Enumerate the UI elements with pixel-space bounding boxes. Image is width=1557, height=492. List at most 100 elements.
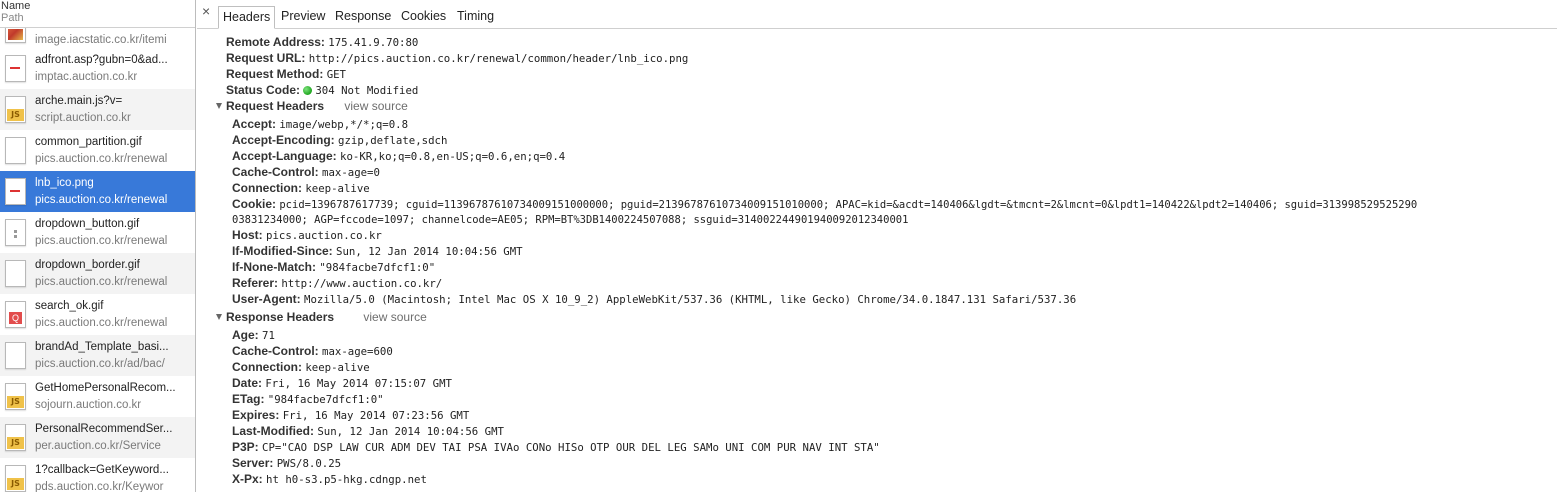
header-value: max-age=0 [322,166,380,179]
header-value: gzip,deflate,sdch [338,134,448,147]
request-row[interactable]: JS 1?callback=GetKeyword... pds.auction.… [0,458,195,492]
header-value: keep-alive [305,361,370,374]
request-headers-section[interactable]: Request Headers view source [216,98,408,114]
header-value: ht h0-s3.p5-hkg.cdngp.net [266,473,427,486]
disclosure-triangle-icon[interactable] [216,103,222,109]
view-source-link[interactable]: view source [344,99,407,113]
js-file-icon: JS [5,96,26,123]
request-path: pics.auction.co.kr/ad/bac/ [35,358,165,370]
general-remote-address: Remote Address: 175.41.9.70:80 [226,34,418,51]
request-row[interactable]: dropdown_border.gif pics.auction.co.kr/r… [0,253,195,294]
js-file-icon: JS [5,465,26,492]
request-name: common_partition.gif [35,136,142,148]
request-name: GetHomePersonalRecom... [35,382,176,394]
response-header-item: Last-Modified: Sun, 12 Jan 2014 10:04:56… [232,423,504,440]
response-header-item: Age: 71 [232,327,275,344]
list-header[interactable]: Name Path [0,0,195,28]
request-name: dropdown_button.gif [35,218,140,230]
request-name: search_ok.gif [35,300,104,312]
general-request-url: Request URL: http://pics.auction.co.kr/r… [226,50,688,67]
request-name: adfront.asp?gubn=0&ad... [35,54,168,66]
request-row[interactable]: adfront.asp?gubn=0&ad... imptac.auction.… [0,48,195,89]
header-value: ko-KR,ko;q=0.8,en-US;q=0.6,en;q=0.4 [340,150,566,163]
request-path: pics.auction.co.kr/renewal [35,276,168,288]
header-value: pcid=1396787617739; cguid=11396787610734… [279,199,1418,211]
column-header-path[interactable]: Path [1,12,195,24]
response-header-item: P3P: CP="CAO DSP LAW CUR ADM DEV TAI PSA… [232,439,880,456]
request-path: script.auction.co.kr [35,112,131,124]
header-value: http://pics.auction.co.kr/renewal/common… [308,52,689,65]
header-value: "984facbe7dfcf1:0" [267,393,384,406]
request-row[interactable]: common_partition.gif pics.auction.co.kr/… [0,130,195,171]
header-value-continued: 03831234000; AGP=fccode=1097; channelcod… [232,214,909,226]
section-title: Response Headers [226,310,335,324]
request-header-item: Connection: keep-alive [232,180,370,197]
header-key: If-None-Match: [232,260,316,274]
request-row[interactable]: Q search_ok.gif pics.auction.co.kr/renew… [0,294,195,335]
request-row[interactable]: JS arche.main.js?v= script.auction.co.kr [0,89,195,130]
request-detail-panel: × Headers Preview Response Cookies Timin… [197,0,1557,492]
request-path: per.auction.co.kr/Service [35,440,161,452]
header-key: Date: [232,376,263,390]
request-row-selected[interactable]: lnb_ico.png pics.auction.co.kr/renewal [0,171,195,212]
request-path: pics.auction.co.kr/renewal [35,153,168,165]
header-value: http://www.auction.co.kr/ [281,277,443,290]
header-value: max-age=600 [322,345,393,358]
request-row[interactable]: dropdown_button.gif pics.auction.co.kr/r… [0,212,195,253]
header-key: Expires: [232,408,280,422]
header-value: 304 Not Modified [315,84,419,97]
header-key: Last-Modified: [232,424,314,438]
js-file-icon: JS [5,383,26,410]
header-key: P3P: [232,440,259,454]
header-key: Host: [232,228,263,242]
header-key: Status Code: [226,83,301,97]
response-header-item: Expires: Fri, 16 May 2014 07:23:56 GMT [232,407,469,424]
header-value: keep-alive [305,182,370,195]
request-row[interactable]: JS PersonalRecommendSer... per.auction.c… [0,417,195,458]
image-file-icon [5,178,26,205]
image-thumb-icon [5,28,26,43]
header-key: X-Px: [232,472,263,486]
header-value: PWS/8.0.25 [276,457,342,470]
header-value: 175.41.9.70:80 [328,36,419,49]
search-image-icon: Q [5,301,26,328]
close-icon[interactable]: × [202,3,210,19]
response-header-item: Date: Fri, 16 May 2014 07:15:07 GMT [232,375,452,392]
header-key: Request URL: [226,51,306,65]
response-headers-section[interactable]: Response Headers view source [216,309,427,325]
header-key: Connection: [232,360,302,374]
tab-timing[interactable]: Timing [457,8,494,24]
tab-response[interactable]: Response [335,8,391,24]
cookie-continuation: 03831234000; AGP=fccode=1097; channelcod… [232,211,908,228]
tab-headers[interactable]: Headers [218,6,276,29]
request-name: 1?callback=GetKeyword... [35,464,169,476]
disclosure-triangle-icon[interactable] [216,314,222,320]
response-header-item: ETag: "984facbe7dfcf1:0" [232,391,384,408]
request-header-item: If-None-Match: "984facbe7dfcf1:0" [232,259,435,276]
request-header-item: Accept: image/webp,*/*;q=0.8 [232,116,408,133]
request-path: image.iacstatic.co.kr/itemi [35,34,167,46]
request-header-item: Referer: http://www.auction.co.kr/ [232,275,442,292]
header-key: Cookie: [232,197,277,211]
tab-cookies[interactable]: Cookies [401,8,446,24]
header-key: Request Method: [226,67,324,81]
header-key: Connection: [232,181,302,195]
request-header-item: Cache-Control: max-age=0 [232,164,380,181]
view-source-link[interactable]: view source [363,310,426,324]
request-name: lnb_ico.png [35,177,94,189]
header-key: ETag: [232,392,265,406]
request-row[interactable]: image.iacstatic.co.kr/itemi [0,28,195,48]
column-header-name[interactable]: Name [1,0,195,12]
tab-preview[interactable]: Preview [281,8,325,24]
request-header-item: Accept-Language: ko-KR,ko;q=0.8,en-US;q=… [232,148,565,165]
request-header-item: Host: pics.auction.co.kr [232,227,382,244]
response-header-item: X-Px: ht h0-s3.p5-hkg.cdngp.net [232,471,427,488]
header-value: Fri, 16 May 2014 07:15:07 GMT [265,377,452,390]
request-name: dropdown_border.gif [35,259,140,271]
general-request-method: Request Method: GET [226,66,346,83]
header-key: Accept-Language: [232,149,337,163]
header-value: image/webp,*/*;q=0.8 [279,118,409,131]
request-row[interactable]: JS GetHomePersonalRecom... sojourn.aucti… [0,376,195,417]
response-header-item: Connection: keep-alive [232,359,370,376]
request-row[interactable]: brandAd_Template_basi... pics.auction.co… [0,335,195,376]
